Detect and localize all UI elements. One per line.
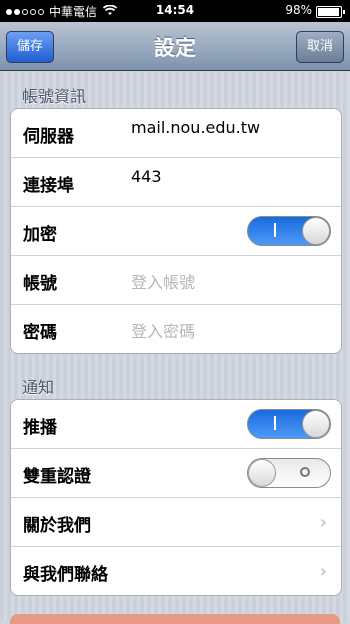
contact-us-row[interactable]: 與我們聯絡 ›	[11, 547, 341, 595]
encrypt-toggle[interactable]	[247, 216, 331, 246]
server-label: 伺服器	[23, 127, 74, 147]
about-us-row[interactable]: 關於我們 ›	[11, 498, 341, 547]
notify-section-header: 通知	[22, 378, 55, 397]
about-us-label: 關於我們	[23, 516, 91, 536]
password-row[interactable]: 密碼 登入密碼	[11, 305, 341, 353]
server-field[interactable]: mail.nou.edu.tw	[131, 118, 260, 137]
cancel-button[interactable]: 取消	[295, 31, 344, 63]
encrypt-row: 加密	[11, 207, 341, 256]
encrypt-label: 加密	[23, 225, 57, 245]
account-settings-group: 伺服器 mail.nou.edu.tw 連接埠 443 加密 帳號 登入帳號 密…	[10, 108, 342, 354]
battery-percent: 98%	[285, 3, 312, 17]
toggle-knob	[302, 410, 330, 438]
port-label: 連接埠	[23, 176, 74, 196]
toggle-on-mark-icon	[274, 223, 276, 237]
push-label: 推播	[23, 418, 57, 438]
toggle-off-mark-icon	[300, 467, 310, 477]
account-field[interactable]: 登入帳號	[131, 269, 195, 293]
bottom-action-button[interactable]	[10, 614, 340, 624]
chevron-right-icon: ›	[319, 512, 327, 533]
toggle-on-mark-icon	[274, 416, 276, 430]
port-field[interactable]: 443	[131, 167, 162, 186]
twofa-toggle[interactable]	[247, 458, 331, 488]
status-bar: 中華電信 14:54 98%	[0, 0, 350, 22]
toggle-knob	[302, 217, 330, 245]
push-toggle[interactable]	[247, 409, 331, 439]
server-row[interactable]: 伺服器 mail.nou.edu.tw	[11, 109, 341, 158]
account-section-header: 帳號資訊	[22, 87, 87, 106]
toggle-knob	[248, 459, 276, 487]
account-label: 帳號	[23, 274, 57, 294]
account-row[interactable]: 帳號 登入帳號	[11, 256, 341, 305]
password-label: 密碼	[23, 323, 57, 343]
port-row[interactable]: 連接埠 443	[11, 158, 341, 207]
push-row: 推播	[11, 400, 341, 449]
navigation-bar: 儲存 設定 取消	[0, 22, 350, 71]
notify-settings-group: 推播 雙重認證 關於我們 › 與我們聯絡 ›	[10, 399, 342, 596]
twofa-row: 雙重認證	[11, 449, 341, 498]
contact-us-label: 與我們聯絡	[23, 565, 108, 585]
twofa-label: 雙重認證	[23, 467, 91, 487]
password-field[interactable]: 登入密碼	[131, 318, 195, 342]
battery-icon	[316, 6, 345, 18]
chevron-right-icon: ›	[319, 561, 327, 582]
